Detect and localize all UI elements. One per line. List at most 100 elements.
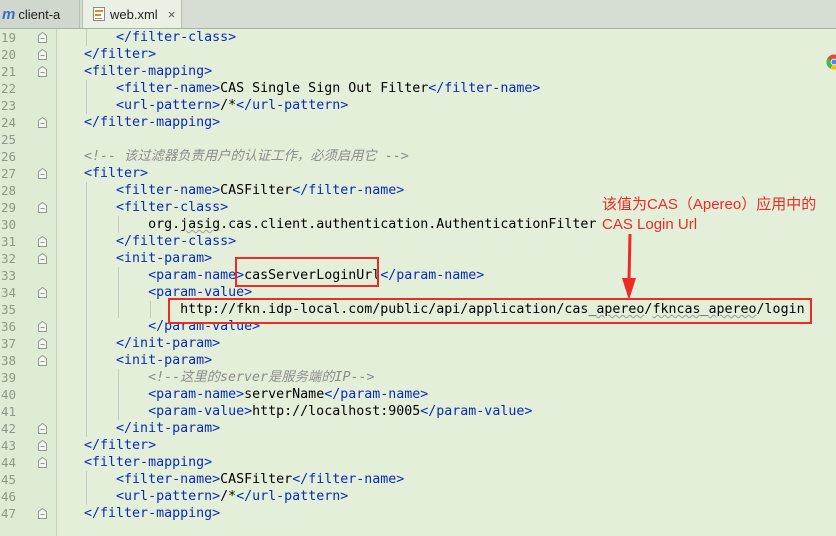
xml-tag: </filter-mapping> (52, 115, 221, 130)
code-line[interactable]: 44 <filter-mapping> (0, 454, 836, 471)
code-line[interactable]: 22 <filter-name>CAS Single Sign Out Filt… (0, 80, 836, 97)
code-text: <!-- 该过滤器负责用户的认证工作，必须启用它 --> (52, 148, 409, 165)
line-number: 30 (0, 217, 16, 232)
line-number: 23 (0, 98, 16, 113)
code-line[interactable]: 33 <param-name>casServerLoginUrl</param-… (0, 267, 836, 284)
line-number: 27 (0, 166, 16, 181)
fold-marker-icon[interactable] (38, 253, 47, 264)
xml-tag: </filter-class> (52, 234, 237, 249)
line-number: 19 (0, 30, 16, 45)
code-line[interactable]: 41 <param-value>http://localhost:9005</p… (0, 403, 836, 420)
fold-marker-icon[interactable] (38, 423, 47, 434)
line-number: 22 (0, 81, 16, 96)
fold-marker-icon[interactable] (38, 355, 47, 366)
code-line[interactable]: 39 <!--这里的server是服务端的IP--> (0, 369, 836, 386)
line-number: 45 (0, 472, 16, 487)
code-text: <filter-mapping> (52, 63, 212, 80)
code-line[interactable]: 24 </filter-mapping> (0, 114, 836, 131)
code-line[interactable]: 26 <!-- 该过滤器负责用户的认证工作，必须启用它 --> (0, 148, 836, 165)
code-line[interactable]: 19 </filter-class> (0, 29, 836, 46)
fold-marker-icon[interactable] (38, 287, 47, 298)
code-text: <init-param> (52, 250, 212, 267)
code-line[interactable]: 40 <param-name>serverName</param-name> (0, 386, 836, 403)
fold-marker-icon[interactable] (38, 508, 47, 519)
code-line[interactable]: 45 <filter-name>CASFilter</filter-name> (0, 471, 836, 488)
code-line[interactable]: 42 </init-param> (0, 420, 836, 437)
xml-tag: </filter-class> (52, 30, 237, 45)
line-number: 37 (0, 336, 16, 351)
code-line[interactable]: 27 <filter> (0, 165, 836, 182)
code-editor[interactable]: 19 </filter-class> 20 </filter> 21 <filter… (0, 29, 836, 536)
code-line[interactable]: 30 org.jasig.cas.client.authentication.A… (0, 216, 836, 233)
fold-marker-icon[interactable] (38, 440, 47, 451)
chrome-browser-icon[interactable] (826, 54, 836, 70)
xml-tag: </init-param> (52, 421, 221, 436)
xml-tag: </filter-mapping> (52, 506, 221, 521)
code-token: http://localhost:9005 (252, 404, 421, 419)
fold-marker-icon[interactable] (38, 321, 47, 332)
code-token: CAS Single Sign Out Filter (220, 81, 429, 96)
code-line[interactable]: 23 <url-pattern>/*</url-pattern> (0, 97, 836, 114)
close-tab-icon[interactable]: × (168, 7, 176, 22)
fold-marker-icon[interactable] (38, 117, 47, 128)
xml-tag: </param-name> (380, 268, 485, 283)
fold-marker-icon[interactable] (38, 32, 47, 43)
line-number: 47 (0, 506, 16, 521)
line-number: 46 (0, 489, 16, 504)
code-token: /* (220, 489, 237, 504)
fold-marker-icon[interactable] (38, 66, 47, 77)
fold-marker-icon[interactable] (38, 49, 47, 60)
fold-marker-icon[interactable] (38, 338, 47, 349)
code-token: org. (52, 217, 181, 232)
code-token: CASFilter (220, 183, 293, 198)
fold-marker-icon[interactable] (38, 236, 47, 247)
fold-marker-icon[interactable] (38, 202, 47, 213)
xml-tag: </filter> (52, 47, 157, 62)
code-line[interactable]: 31 </filter-class> (0, 233, 836, 250)
line-number: 41 (0, 404, 16, 419)
code-line[interactable]: 43 </filter> (0, 437, 836, 454)
line-number: 26 (0, 149, 16, 164)
xml-tag: <filter-name> (52, 472, 221, 487)
code-text: <filter-name>CASFilter</filter-name> (52, 471, 404, 488)
code-line[interactable]: 21 <filter-mapping> (0, 63, 836, 80)
code-line[interactable]: 38 <init-param> (0, 352, 836, 369)
xml-tag: </param-value> (420, 404, 533, 419)
xml-tag: <url-pattern> (52, 98, 221, 113)
code-text: <url-pattern>/*</url-pattern> (52, 97, 348, 114)
code-line[interactable]: 47 </filter-mapping> (0, 505, 836, 522)
tab-client-a[interactable]: m client-a (0, 0, 80, 28)
code-text: </filter-mapping> (52, 505, 220, 522)
xml-tag: </url-pattern> (236, 98, 349, 113)
code-line[interactable]: 37 </init-param> (0, 335, 836, 352)
line-number: 44 (0, 455, 16, 470)
line-number: 32 (0, 251, 16, 266)
m-module-icon: m (2, 5, 16, 23)
code-line[interactable]: 32 <init-param> (0, 250, 836, 267)
xml-comment: <!--这里的server是服务端的IP--> (52, 370, 375, 385)
xml-tag: </filter-name> (292, 183, 405, 198)
code-line[interactable]: 20 </filter> (0, 46, 836, 63)
xml-tag: </filter> (52, 438, 157, 453)
line-number: 34 (0, 285, 16, 300)
tab-web-xml[interactable]: web.xml × (82, 0, 182, 28)
code-text: <filter-name>CASFilter</filter-name> (52, 182, 404, 199)
fold-marker-icon[interactable] (38, 168, 47, 179)
line-number: 40 (0, 387, 16, 402)
line-number: 31 (0, 234, 16, 249)
xml-tag: <filter-name> (52, 183, 221, 198)
tab-label: client-a (18, 6, 61, 22)
param-name-highlight-box (235, 257, 379, 287)
line-number: 38 (0, 353, 16, 368)
code-line[interactable]: 25 (0, 131, 836, 148)
code-text: </init-param> (52, 420, 220, 437)
code-token: jasig (180, 217, 221, 232)
fold-marker-icon[interactable] (38, 457, 47, 468)
xml-tag: <param-name> (52, 387, 245, 402)
line-number: 43 (0, 438, 16, 453)
line-number: 20 (0, 47, 16, 62)
xml-tag: <init-param> (52, 353, 213, 368)
code-text: </filter> (52, 46, 156, 63)
annotation-text-line1: 该值为CAS（Apereo）应用中的 (602, 196, 817, 213)
code-line[interactable]: 46 <url-pattern>/*</url-pattern> (0, 488, 836, 505)
